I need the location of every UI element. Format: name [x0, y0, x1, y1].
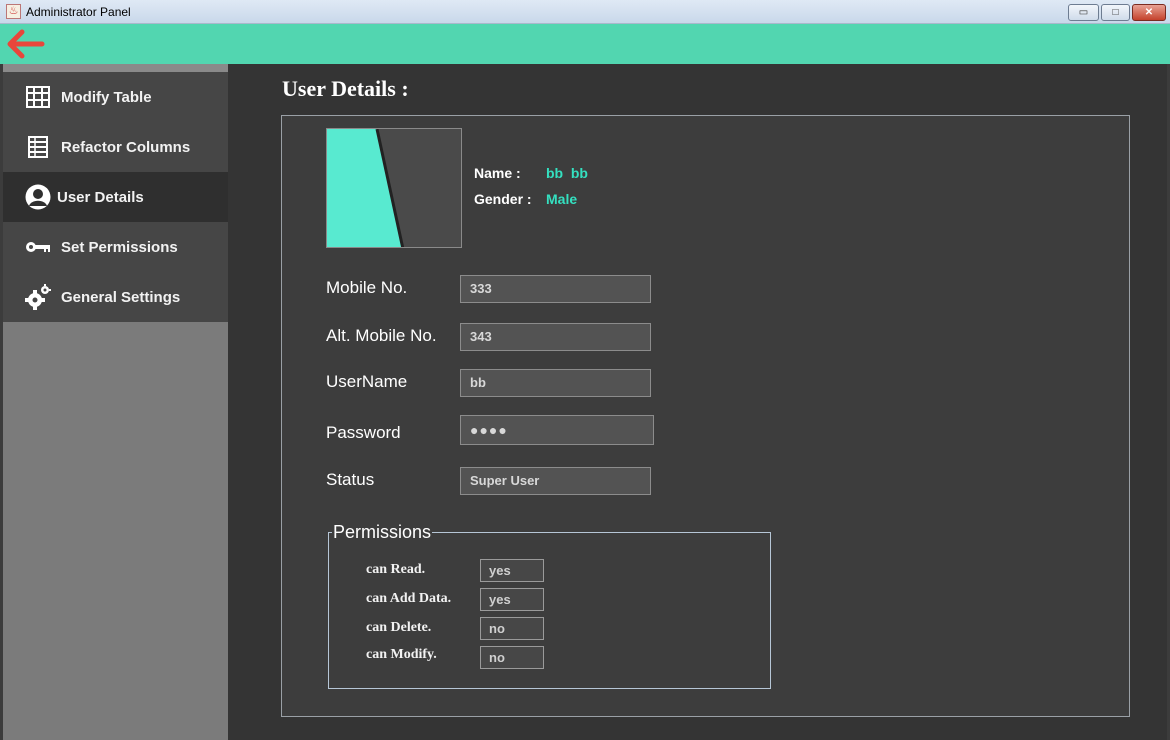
- columns-icon: [25, 134, 51, 160]
- perm-modify-value[interactable]: no: [480, 646, 544, 669]
- sidebar-top-strip: [3, 64, 228, 72]
- alt-mobile-label: Alt. Mobile No.: [326, 326, 437, 345]
- mobile-label: Mobile No.: [326, 278, 408, 297]
- window-titlebar: ♨ Administrator Panel ▭ □ ✕: [0, 0, 1170, 24]
- name-label: Name :: [474, 165, 521, 181]
- sidebar-item-general-settings[interactable]: General Settings: [3, 272, 228, 322]
- status-field[interactable]: Super User: [460, 467, 651, 495]
- perm-read-value[interactable]: yes: [480, 559, 544, 582]
- username-label: UserName: [326, 372, 408, 391]
- perm-delete-value[interactable]: no: [480, 617, 544, 640]
- page-title: User Details :: [282, 76, 409, 101]
- sidebar: Modify Table Refactor Columns User Detai…: [3, 64, 228, 740]
- window-title: Administrator Panel: [26, 5, 131, 19]
- permissions-legend: Permissions: [332, 522, 433, 543]
- perm-add-value[interactable]: yes: [480, 588, 544, 611]
- top-toolbar: [0, 24, 1170, 64]
- sidebar-item-user-details[interactable]: User Details: [3, 172, 228, 222]
- key-icon: [25, 234, 51, 260]
- user-details-panel: Name : bb bb Gender : Male Mobile No. 33…: [281, 115, 1130, 717]
- status-label: Status: [326, 470, 375, 489]
- sidebar-item-label: User Details: [57, 188, 144, 206]
- arrow-left-icon: [7, 29, 45, 59]
- sidebar-item-label: Set Permissions: [61, 238, 178, 256]
- gears-icon: [25, 284, 51, 310]
- sidebar-item-label: Modify Table: [61, 88, 152, 106]
- perm-delete-label: can Delete.: [366, 620, 432, 635]
- gender-value: Male: [546, 191, 578, 207]
- perm-add-label: can Add Data.: [366, 591, 452, 606]
- sidebar-item-label: General Settings: [61, 288, 181, 306]
- maximize-button[interactable]: □: [1101, 4, 1130, 21]
- user-icon: [25, 184, 51, 210]
- alt-mobile-field[interactable]: 343: [460, 323, 651, 351]
- password-field[interactable]: ●●●●: [460, 415, 654, 445]
- perm-modify-label: can Modify.: [366, 647, 437, 662]
- main-content: User Details : Name : bb bb Gender : Mal…: [228, 64, 1167, 740]
- minimize-button[interactable]: ▭: [1068, 4, 1099, 21]
- java-app-icon: ♨: [6, 4, 21, 19]
- username-field[interactable]: bb: [460, 369, 651, 397]
- sidebar-item-set-permissions[interactable]: Set Permissions: [3, 222, 228, 272]
- table-grid-icon: [25, 84, 51, 110]
- close-button[interactable]: ✕: [1132, 4, 1166, 21]
- back-button[interactable]: [4, 28, 46, 60]
- avatar: [326, 128, 462, 248]
- sidebar-item-modify-table[interactable]: Modify Table: [3, 72, 228, 122]
- gender-label: Gender :: [474, 191, 532, 207]
- mobile-field[interactable]: 333: [460, 275, 651, 303]
- sidebar-item-refactor-columns[interactable]: Refactor Columns: [3, 122, 228, 172]
- password-label: Password: [326, 423, 401, 442]
- name-value: bb bb: [546, 165, 588, 181]
- permissions-group: Permissions can Read. yes can Add Data. …: [328, 522, 771, 689]
- perm-read-label: can Read.: [366, 562, 426, 577]
- sidebar-item-label: Refactor Columns: [61, 138, 191, 156]
